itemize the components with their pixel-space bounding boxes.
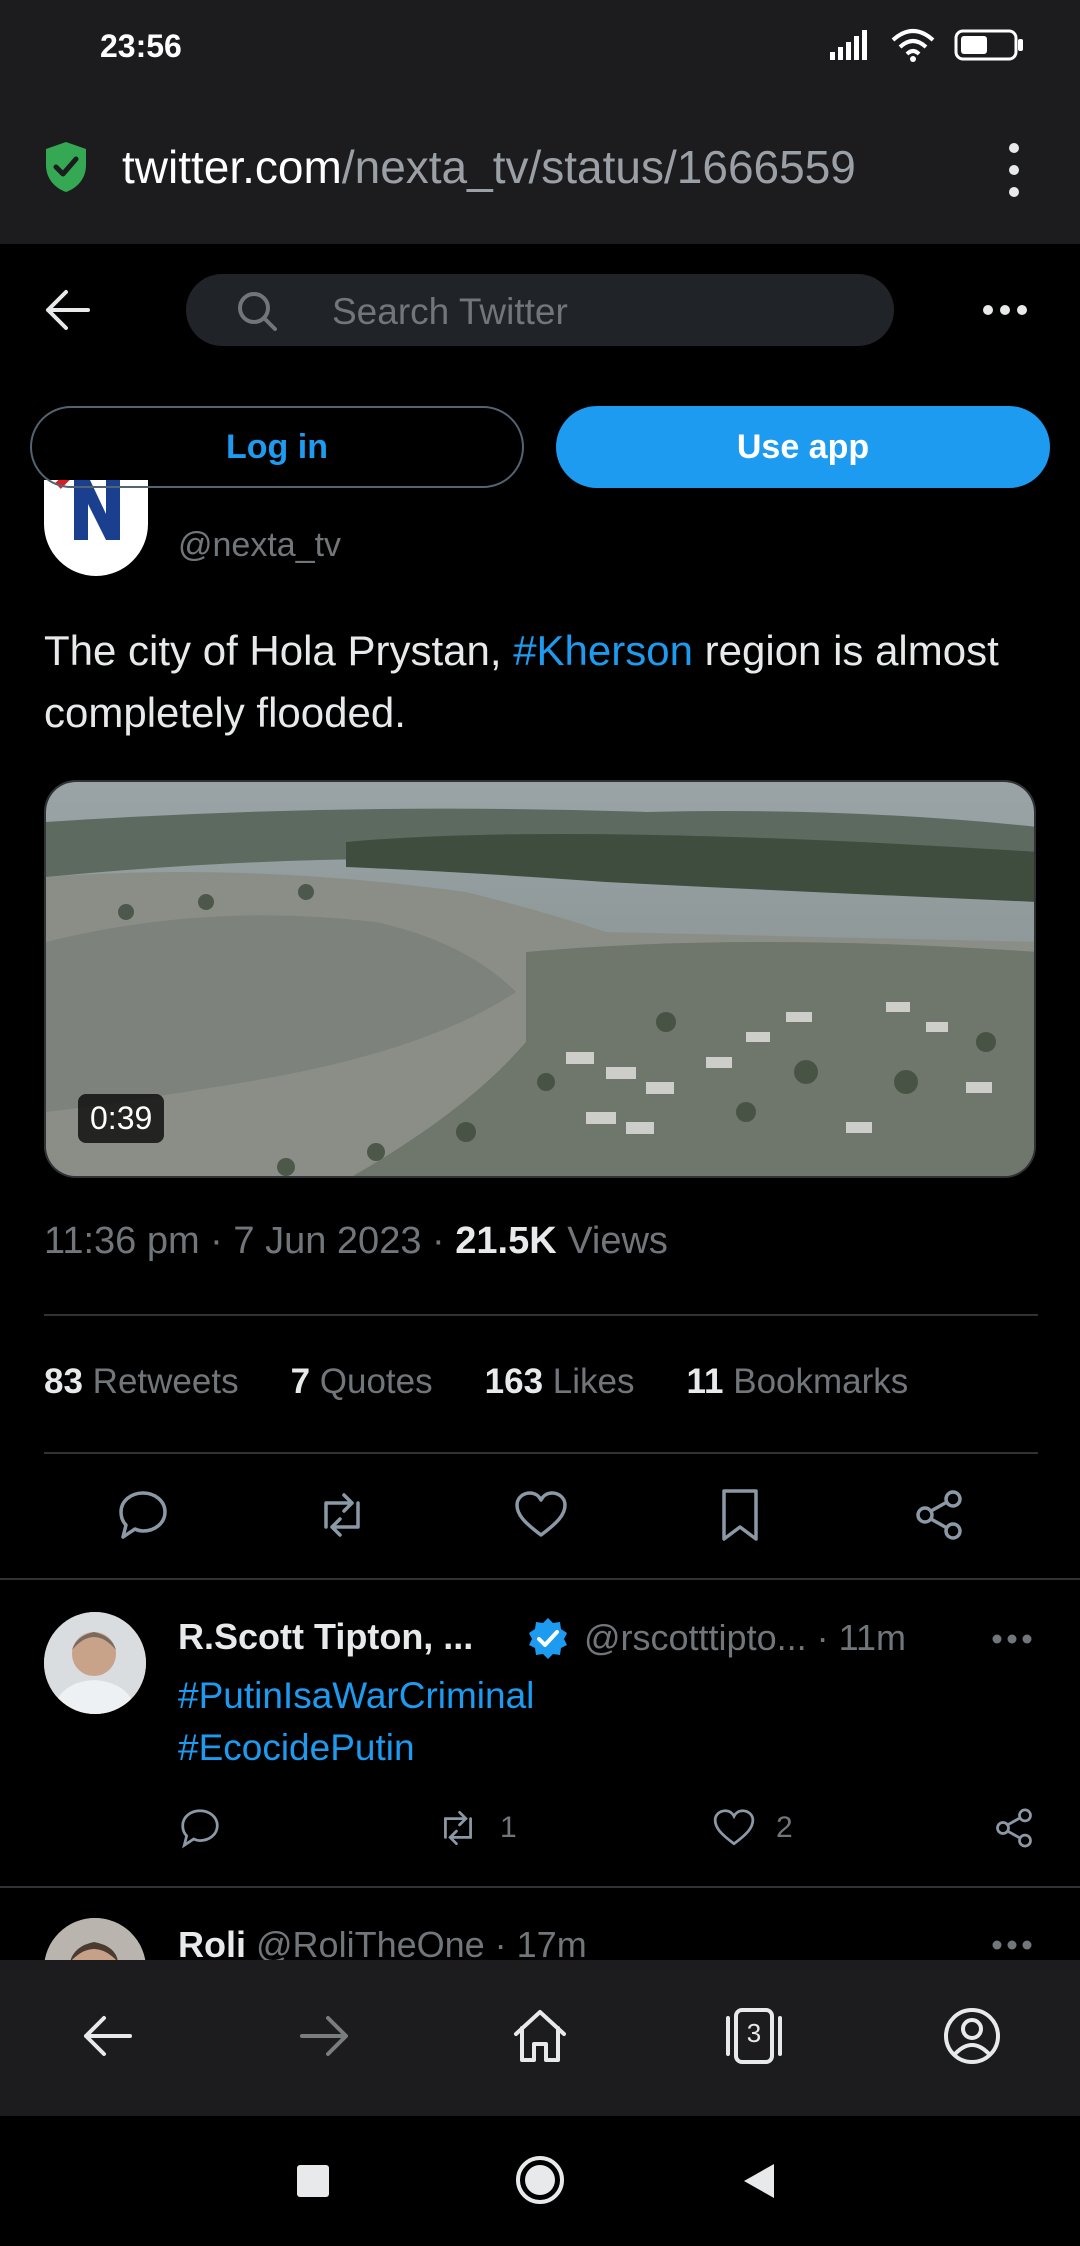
url-host: twitter.com — [122, 141, 342, 193]
reply-icon[interactable] — [115, 1487, 171, 1543]
tweet-meta: 11:36 pm · 7 Jun 2023 · 21.5K Views — [44, 1220, 668, 1262]
wifi-icon — [891, 29, 935, 62]
reply-share-action[interactable] — [992, 1806, 1036, 1850]
browser-back-icon[interactable] — [76, 2004, 140, 2068]
likes-label: Likes — [552, 1362, 635, 1401]
system-navigation-bar — [0, 2116, 1080, 2246]
bookmarks-stat[interactable]: 11 Bookmarks — [687, 1362, 909, 1402]
retweets-stat[interactable]: 83 Retweets — [44, 1362, 239, 1402]
browser-forward-icon[interactable] — [292, 2004, 356, 2068]
use-app-button[interactable]: Use app — [556, 406, 1050, 488]
tweet-actions — [44, 1480, 1038, 1550]
reply-age: · 17m — [494, 1924, 587, 1965]
back-arrow-icon[interactable] — [44, 288, 92, 332]
avatar[interactable] — [44, 1612, 146, 1714]
status-icons — [828, 28, 1024, 62]
hashtag-link[interactable]: #EcocidePutin — [178, 1722, 534, 1774]
reply-handle[interactable]: @RoliTheOne — [256, 1924, 485, 1965]
tabs-button[interactable]: 3 — [722, 2004, 786, 2068]
divider — [0, 1578, 1080, 1580]
more-icon[interactable] — [982, 304, 1028, 316]
tab-count: 3 — [746, 2018, 762, 2048]
secure-shield-icon — [46, 142, 86, 192]
like-heart-icon — [713, 1809, 755, 1846]
signal-icon — [830, 30, 867, 60]
hashtag-link[interactable]: #PutinIsaWarCriminal — [178, 1670, 534, 1722]
twitter-header: Search Twitter — [0, 244, 1080, 376]
reply-age: · 11m — [816, 1617, 906, 1658]
status-bar: 23:56 — [0, 0, 1080, 96]
video-duration: 0:39 — [78, 1094, 165, 1143]
divider — [44, 1314, 1038, 1316]
home-icon[interactable] — [508, 2004, 572, 2068]
reply-actions: 1 2 — [178, 1806, 1038, 1856]
retweets-label: Retweets — [92, 1362, 239, 1401]
retweet-icon — [444, 1810, 472, 1846]
avatar[interactable] — [44, 480, 148, 576]
battery-icon — [954, 29, 1023, 61]
divider — [0, 1886, 1080, 1888]
tweet-text: The city of Hola Prystan, #Kherson regio… — [44, 620, 1034, 744]
views-count: 21.5K — [455, 1220, 557, 1262]
search-placeholder: Search Twitter — [332, 291, 568, 332]
likes-stat[interactable]: 163 Likes — [485, 1362, 635, 1402]
reply-retweet-count: 1 — [500, 1811, 517, 1844]
retweet-icon[interactable] — [314, 1487, 370, 1543]
back-triangle-icon[interactable] — [742, 2162, 776, 2200]
reply-text: #PutinIsaWarCriminal #EcocidePutin — [178, 1670, 534, 1774]
tweet-stats: 83 Retweets 7 Quotes 163 Likes 11 Bookma… — [44, 1362, 908, 1402]
browser-bottom-bar: 3 — [0, 1960, 1080, 2116]
reply-author-name[interactable]: R.Scott Tipton, ... — [178, 1616, 473, 1658]
more-icon[interactable] — [992, 1940, 1032, 1950]
tweet-video[interactable]: 0:39 — [44, 780, 1036, 1178]
likes-count: 163 — [484, 1362, 544, 1401]
quotes-label: Quotes — [319, 1362, 433, 1401]
share-icon[interactable] — [911, 1487, 967, 1543]
reply-handle[interactable]: @rscotttipto... — [584, 1617, 807, 1658]
url-text[interactable]: twitter.com/nexta_tv/status/1666559 — [122, 140, 958, 194]
reply-author-name[interactable]: Roli — [178, 1924, 246, 1965]
reply-icon — [181, 1809, 219, 1849]
flooded-city-video-thumbnail — [46, 782, 1034, 1176]
more-icon[interactable] — [992, 1634, 1032, 1644]
tweet-time[interactable]: 11:36 pm — [44, 1220, 200, 1262]
search-icon — [238, 292, 277, 331]
views-label: Views — [567, 1220, 668, 1262]
divider — [44, 1452, 1038, 1454]
recents-square-icon[interactable] — [296, 2164, 330, 2198]
nexta-logo-icon — [44, 480, 148, 576]
verified-badge-icon — [529, 1618, 567, 1659]
browser-menu-icon[interactable] — [1000, 140, 1028, 200]
share-icon — [996, 1808, 1032, 1848]
reply-like-count: 2 — [776, 1811, 793, 1844]
status-time: 23:56 — [100, 28, 182, 64]
login-button[interactable]: Log in — [30, 406, 524, 488]
user-photo-icon — [44, 1612, 146, 1714]
reply-reply-action[interactable] — [178, 1806, 222, 1850]
tweet-text-before: The city of Hola Prystan, — [44, 627, 514, 674]
reply-retweet-action[interactable]: 1 — [436, 1806, 517, 1850]
retweets-count: 83 — [44, 1362, 83, 1401]
tweet-date[interactable]: 7 Jun 2023 — [233, 1220, 421, 1262]
tweet-author-handle[interactable]: @nexta_tv — [178, 526, 341, 565]
reply-like-action[interactable]: 2 — [712, 1806, 793, 1850]
home-circle-icon[interactable] — [514, 2154, 566, 2206]
reply-handle-line: @rscotttipto... · 11m — [584, 1617, 906, 1659]
like-heart-icon[interactable] — [513, 1487, 569, 1543]
hashtag-link[interactable]: #Kherson — [513, 627, 693, 674]
url-path: /nexta_tv/status/1666559 — [341, 141, 856, 193]
bookmark-icon[interactable] — [712, 1487, 768, 1543]
quotes-count: 7 — [290, 1362, 311, 1401]
browser-url-bar[interactable]: twitter.com/nexta_tv/status/1666559 — [0, 96, 1080, 244]
profile-icon[interactable] — [940, 2004, 1004, 2068]
quotes-stat[interactable]: 7 Quotes — [291, 1362, 433, 1402]
bookmarks-count: 11 — [686, 1362, 724, 1401]
bookmarks-label: Bookmarks — [733, 1362, 909, 1401]
search-input[interactable]: Search Twitter — [186, 274, 894, 346]
